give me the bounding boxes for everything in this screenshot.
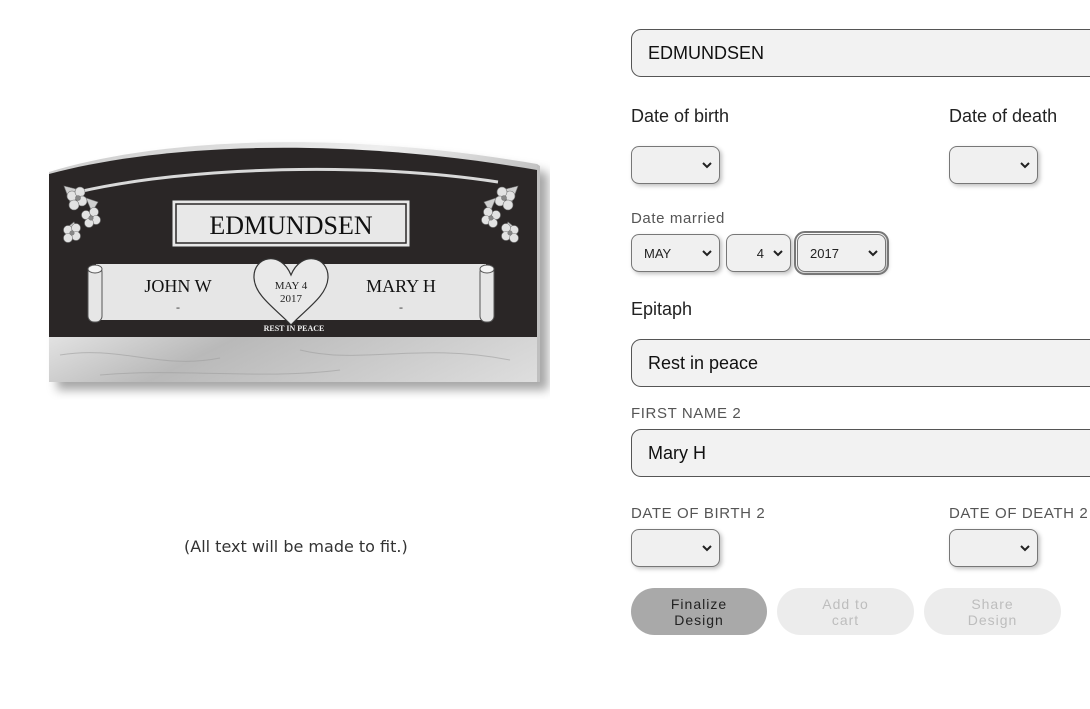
epitaph-input[interactable] [631,339,1090,387]
first-name-2-label: FIRST NAME 2 [631,405,742,422]
truncated-hint [723,0,959,4]
chevron-down-icon [1020,545,1030,552]
date-of-death-2-select[interactable] [949,529,1038,567]
left-name-text: JOHN W [144,276,211,296]
date-of-birth-select[interactable] [631,146,720,184]
date-of-death-label: Date of death [949,106,1058,126]
date-of-death-2-label: DATE OF DEATH 2 [949,505,1089,522]
date-of-birth-label: Date of birth [631,106,730,126]
date-of-death-select[interactable] [949,146,1038,184]
surname-input[interactable] [631,29,1090,77]
first-name-2-input[interactable] [631,429,1090,477]
married-month-select[interactable]: MAY [631,234,720,272]
chevron-down-icon [773,250,783,257]
married-year-select[interactable]: 2017 [794,231,889,275]
surname-text: EDMUNDSEN [209,211,372,240]
page: EDMUNDSEN JOHN W - MARY H - MAY 4 2017 R… [0,0,1090,709]
date-of-birth-2-select[interactable] [631,529,720,567]
date-married-label: Date married [631,210,725,227]
right-name-text: MARY H [366,276,436,296]
chevron-down-icon [702,162,712,169]
scroll-icon [479,264,495,323]
fit-note: (All text will be made to fit.) [184,537,408,556]
headstone-preview: EDMUNDSEN JOHN W - MARY H - MAY 4 2017 R… [40,130,550,400]
married-day-value: 4 [756,245,764,261]
chevron-down-icon [1020,162,1030,169]
add-to-cart-button[interactable]: Add to cart [777,588,914,635]
chevron-down-icon [702,545,712,552]
add-cart-label-line2: cart [831,611,860,628]
headstone-image: EDMUNDSEN JOHN W - MARY H - MAY 4 2017 R… [49,142,540,382]
share-label-line2: Design [967,611,1018,628]
design-form: Date of birth Date of death Date married… [631,0,1090,709]
share-design-button[interactable]: Share Design [924,588,1061,635]
chevron-down-icon [868,250,878,257]
share-label-line1: Share [971,595,1014,612]
heart-date-text: MAY 4 [275,280,308,292]
married-day-select[interactable]: 4 [726,234,791,272]
heart-year-text: 2017 [280,293,303,305]
epitaph-label: Epitaph [631,299,693,319]
married-month-value: MAY [644,245,672,261]
truncated-hint-glyphs [723,0,959,4]
finalize-design-button[interactable]: Finalize Design [631,588,767,635]
finalize-label-line2: Design [674,611,724,628]
chevron-down-icon [702,250,712,257]
left-dates-text: - [176,300,180,314]
date-of-birth-2-label: DATE OF BIRTH 2 [631,505,766,522]
scroll-icon [87,264,103,323]
right-dates-text: - [399,300,403,314]
add-cart-label-line1: Add to [822,595,869,612]
married-year-value: 2017 [810,245,839,261]
epitaph-text: REST IN PEACE [264,324,325,333]
finalize-label-line1: Finalize [670,595,728,612]
